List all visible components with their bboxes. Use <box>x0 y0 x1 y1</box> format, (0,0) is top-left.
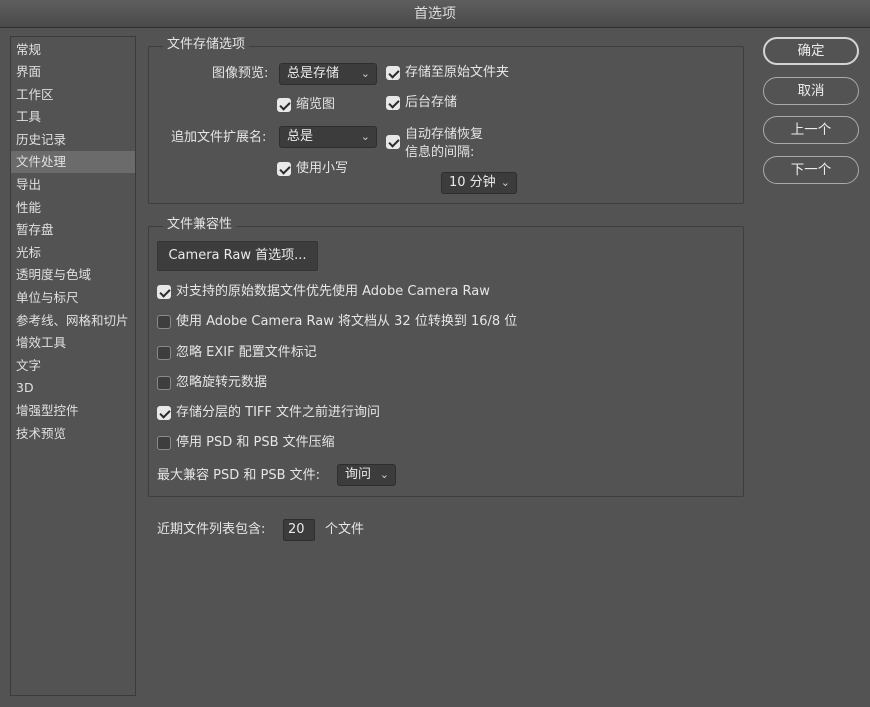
file-compatibility-title: 文件兼容性 <box>163 217 237 233</box>
sidebar-item-enhanced-controls[interactable]: 增强型控件 <box>11 400 135 422</box>
sidebar-item-transparency[interactable]: 透明度与色域 <box>11 264 135 286</box>
sidebar-item-tech-previews[interactable]: 技术预览 <box>11 423 135 445</box>
chevron-down-icon: ⌄ <box>360 67 370 80</box>
sidebar-item-cursors[interactable]: 光标 <box>11 242 135 264</box>
disable-psd-compression-checkbox[interactable] <box>157 436 171 450</box>
cancel-button[interactable]: 取消 <box>763 77 859 105</box>
chevron-down-icon: ⌄ <box>500 176 510 189</box>
save-to-original-label: 存储至原始文件夹 <box>405 65 510 80</box>
prefer-camera-raw-label: 对支持的原始数据文件优先使用 Adobe Camera Raw <box>176 284 490 299</box>
lowercase-checkbox[interactable] <box>277 162 291 176</box>
sidebar-item-guides[interactable]: 参考线、网格和切片 <box>11 310 135 332</box>
previous-button[interactable]: 上一个 <box>763 116 859 144</box>
recent-files-suffix: 个文件 <box>325 522 365 537</box>
append-extension-label: 追加文件扩展名: <box>171 130 267 145</box>
prefer-camera-raw-checkbox[interactable] <box>157 285 171 299</box>
disable-psd-compression-label: 停用 PSD 和 PSB 文件压缩 <box>176 435 335 450</box>
append-extension-select[interactable]: 总是 ⌄ <box>279 126 377 148</box>
sidebar-item-interface[interactable]: 界面 <box>11 61 135 83</box>
ignore-exif-label: 忽略 EXIF 配置文件标记 <box>176 345 317 360</box>
next-button[interactable]: 下一个 <box>763 156 859 184</box>
ok-button[interactable]: 确定 <box>763 37 859 65</box>
image-preview-value: 总是存储 <box>287 66 340 81</box>
convert-32bit-checkbox[interactable] <box>157 315 171 329</box>
background-save-checkbox[interactable] <box>386 96 400 110</box>
sidebar-item-tools[interactable]: 工具 <box>11 106 135 128</box>
window-title: 首选项 <box>0 0 870 28</box>
sidebar-item-plugins[interactable]: 增效工具 <box>11 332 135 354</box>
ask-tiff-layers-checkbox[interactable] <box>157 406 171 420</box>
camera-raw-prefs-button[interactable]: Camera Raw 首选项... <box>157 241 318 271</box>
ask-tiff-layers-label: 存储分层的 TIFF 文件之前进行询问 <box>176 405 380 420</box>
recent-files-label: 近期文件列表包含: <box>157 522 266 537</box>
auto-save-checkbox[interactable] <box>386 135 400 149</box>
sidebar-item-history[interactable]: 历史记录 <box>11 129 135 151</box>
sidebar-item-type[interactable]: 文字 <box>11 355 135 377</box>
ignore-rotation-checkbox[interactable] <box>157 376 171 390</box>
auto-save-label-line1: 自动存储恢复 <box>405 127 484 142</box>
sidebar-item-scratch-disks[interactable]: 暂存盘 <box>11 219 135 241</box>
sidebar-item-performance[interactable]: 性能 <box>11 197 135 219</box>
thumbnail-label: 缩览图 <box>296 97 336 112</box>
chevron-down-icon: ⌄ <box>379 468 389 481</box>
max-compat-label: 最大兼容 PSD 和 PSB 文件: <box>157 468 321 483</box>
preferences-sidebar: 常规 界面 工作区 工具 历史记录 文件处理 导出 性能 暂存盘 光标 透明度与… <box>10 36 136 696</box>
sidebar-item-units[interactable]: 单位与标尺 <box>11 287 135 309</box>
auto-save-interval-select[interactable]: 10 分钟 ⌄ <box>441 172 517 194</box>
save-to-original-checkbox[interactable] <box>386 66 400 80</box>
image-preview-select[interactable]: 总是存储 ⌄ <box>279 63 377 85</box>
sidebar-item-general[interactable]: 常规 <box>11 39 135 61</box>
sidebar-item-3d[interactable]: 3D <box>11 377 135 399</box>
chevron-down-icon: ⌄ <box>360 130 370 143</box>
image-preview-label: 图像预览: <box>212 66 269 81</box>
sidebar-item-file-handling[interactable]: 文件处理 <box>11 151 135 173</box>
thumbnail-checkbox[interactable] <box>277 98 291 112</box>
ignore-rotation-label: 忽略旋转元数据 <box>176 375 268 390</box>
max-compat-select[interactable]: 询问 ⌄ <box>337 464 396 486</box>
recent-files-count-input[interactable]: 20 <box>283 519 315 541</box>
convert-32bit-label: 使用 Adobe Camera Raw 将文档从 32 位转换到 16/8 位 <box>176 314 518 329</box>
sidebar-item-export[interactable]: 导出 <box>11 174 135 196</box>
ignore-exif-checkbox[interactable] <box>157 346 171 360</box>
auto-save-label-line2: 信息的间隔: <box>405 145 475 160</box>
file-save-options-title: 文件存储选项 <box>163 37 250 53</box>
auto-save-interval-value: 10 分钟 <box>449 175 496 190</box>
max-compat-value: 询问 <box>345 467 372 482</box>
background-save-label: 后台存储 <box>405 95 458 110</box>
sidebar-item-workspace[interactable]: 工作区 <box>11 84 135 106</box>
append-extension-value: 总是 <box>287 129 314 144</box>
lowercase-label: 使用小写 <box>296 161 349 176</box>
